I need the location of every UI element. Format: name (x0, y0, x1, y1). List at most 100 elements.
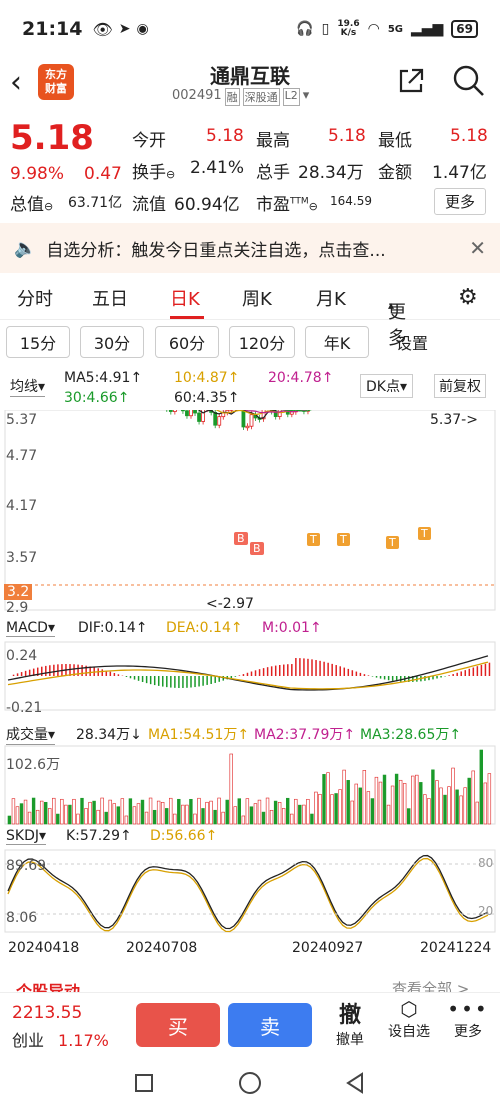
vibrate-icon: ▯ (321, 21, 330, 37)
adjust-button[interactable]: 前复权 (434, 374, 486, 398)
telegram-icon: ➤ (118, 21, 131, 37)
period-settings[interactable]: 设置 (380, 326, 444, 358)
volume-bar (261, 811, 266, 825)
ma5-value: MA5:4.91↑ (64, 370, 143, 386)
buy-button[interactable]: 买 (136, 1003, 220, 1047)
volume-bar (415, 774, 419, 825)
volume-bar (108, 799, 112, 825)
volume-bar (273, 800, 278, 825)
volume-bar (177, 798, 181, 825)
volume-bar (165, 808, 169, 825)
tab-five-day[interactable]: 五日 (92, 285, 128, 311)
volume-bar (92, 800, 96, 825)
signal-icon: ▂▄▆ (410, 21, 444, 37)
dk-point-button[interactable]: DK点▾ (360, 374, 413, 398)
tab-daily[interactable]: 日K (170, 285, 200, 311)
tab-weekly[interactable]: 周K (242, 285, 272, 311)
analysis-banner[interactable]: 🔈 自选分析： 触发今日重点关注自选，点击查... ✕ (0, 223, 500, 273)
eye-icon: 👁 (92, 19, 113, 39)
more-button[interactable]: 更多 (434, 188, 487, 215)
volume-bar (419, 782, 423, 825)
index-value[interactable]: 2213.55 (12, 1003, 82, 1023)
period-60min[interactable]: 60分 (155, 326, 219, 358)
volume-bar (435, 780, 439, 825)
volume-bar (64, 804, 68, 825)
volume-bar (455, 789, 459, 825)
search-icon[interactable] (452, 64, 486, 98)
home-icon[interactable] (239, 1072, 261, 1094)
cancel-order-button[interactable]: 撤 撤单 (330, 997, 370, 1049)
volume-bar (31, 797, 36, 825)
period-tabs: 15分 30分 60分 120分 年K 设置 (0, 326, 500, 360)
back-icon[interactable] (344, 1072, 366, 1094)
share-icon[interactable] (396, 66, 426, 96)
volume-bar (354, 783, 358, 825)
close-icon[interactable]: ✕ (469, 236, 486, 260)
trade-bar: 2213.55 创业 1.17% 买 卖 撤 撤单 ⬡ 设自选 ••• 更多 (0, 992, 500, 1058)
system-nav-bar (0, 1058, 500, 1110)
sell-button[interactable]: 卖 (228, 1003, 312, 1047)
tab-intraday[interactable]: 分时 (17, 285, 53, 311)
turnover-label: 换手⊖ (132, 163, 176, 183)
volume-bar (23, 799, 28, 825)
status-bar: 21:14 👁 ➤ ◉ 🎧 ▯ 19.6 K/s ◠ 5G ▂▄▆ 69 (0, 0, 500, 58)
pe-value: 164.59 (330, 194, 372, 208)
mcap-value: 63.71亿 (68, 195, 123, 211)
volume-bar (160, 801, 165, 825)
period-30min[interactable]: 30分 (80, 326, 144, 358)
turnover-value: 2.41% (190, 158, 245, 178)
volume-value: 28.34万 (298, 163, 364, 183)
chevron-down-icon[interactable]: ▾ (303, 88, 310, 106)
volume-bar (310, 813, 314, 825)
volume-bar (322, 774, 326, 825)
volume-bar (406, 808, 411, 825)
volume-bar (402, 783, 407, 825)
indicator-select[interactable]: 均线▾ (10, 376, 46, 397)
ma10-value: 10:4.87↑ (174, 370, 240, 386)
period-yearly[interactable]: 年K (305, 326, 369, 358)
volume-bar (483, 782, 488, 825)
signal-label: 5G (387, 23, 403, 35)
low-label: 最低 (378, 131, 412, 151)
gear-icon[interactable]: ⚙ (458, 285, 478, 310)
volume-bar (193, 813, 197, 825)
volume-bar (398, 779, 403, 825)
candle (185, 410, 189, 417)
volume-bar (15, 806, 20, 825)
margin-tag: 融 (224, 88, 240, 106)
kline-chart[interactable] (0, 410, 500, 970)
volume-bar (302, 804, 306, 825)
panel-frame (4, 849, 496, 933)
period-15min[interactable]: 15分 (6, 326, 70, 358)
panel-frame (4, 410, 496, 611)
stock-header: ‹ 东方 财富 通鼎互联 002491 融 深股通 L2 ▾ (0, 58, 500, 110)
change-value: 0.47 (84, 164, 122, 184)
volume-bar (334, 793, 338, 825)
volume-bar (140, 799, 145, 825)
add-watch-button[interactable]: ⬡ 设自选 (384, 997, 434, 1041)
volume-bar (358, 787, 362, 825)
volume-bar (265, 797, 270, 825)
candle (197, 412, 201, 422)
volume-bar (285, 797, 290, 825)
volume-bar (249, 806, 254, 825)
tab-monthly[interactable]: 月K (316, 285, 346, 311)
news-strip[interactable]: 个股异动 查看全部 > (0, 972, 500, 994)
volume-bar (100, 797, 104, 825)
volume-bar (479, 749, 483, 825)
period-120min[interactable]: 120分 (229, 326, 295, 358)
more-menu-button[interactable]: ••• 更多 (446, 997, 490, 1041)
candle (217, 416, 222, 426)
amount-label: 金额 (378, 163, 412, 183)
recents-icon[interactable] (135, 1074, 153, 1092)
index-name: 创业 (12, 1031, 45, 1050)
volume-bar (189, 798, 193, 825)
volume-bar (11, 798, 16, 825)
quote-panel: 5.18 9.98% 0.47 今开 5.18 最高 5.18 最低 5.18 … (0, 118, 500, 218)
volume-bar (294, 798, 298, 825)
volume-bar (245, 798, 250, 825)
volume-bar (209, 800, 213, 825)
clock: 21:14 (22, 18, 83, 40)
index-row[interactable]: 创业 1.17% (12, 1027, 109, 1051)
volume-bar (386, 804, 391, 825)
